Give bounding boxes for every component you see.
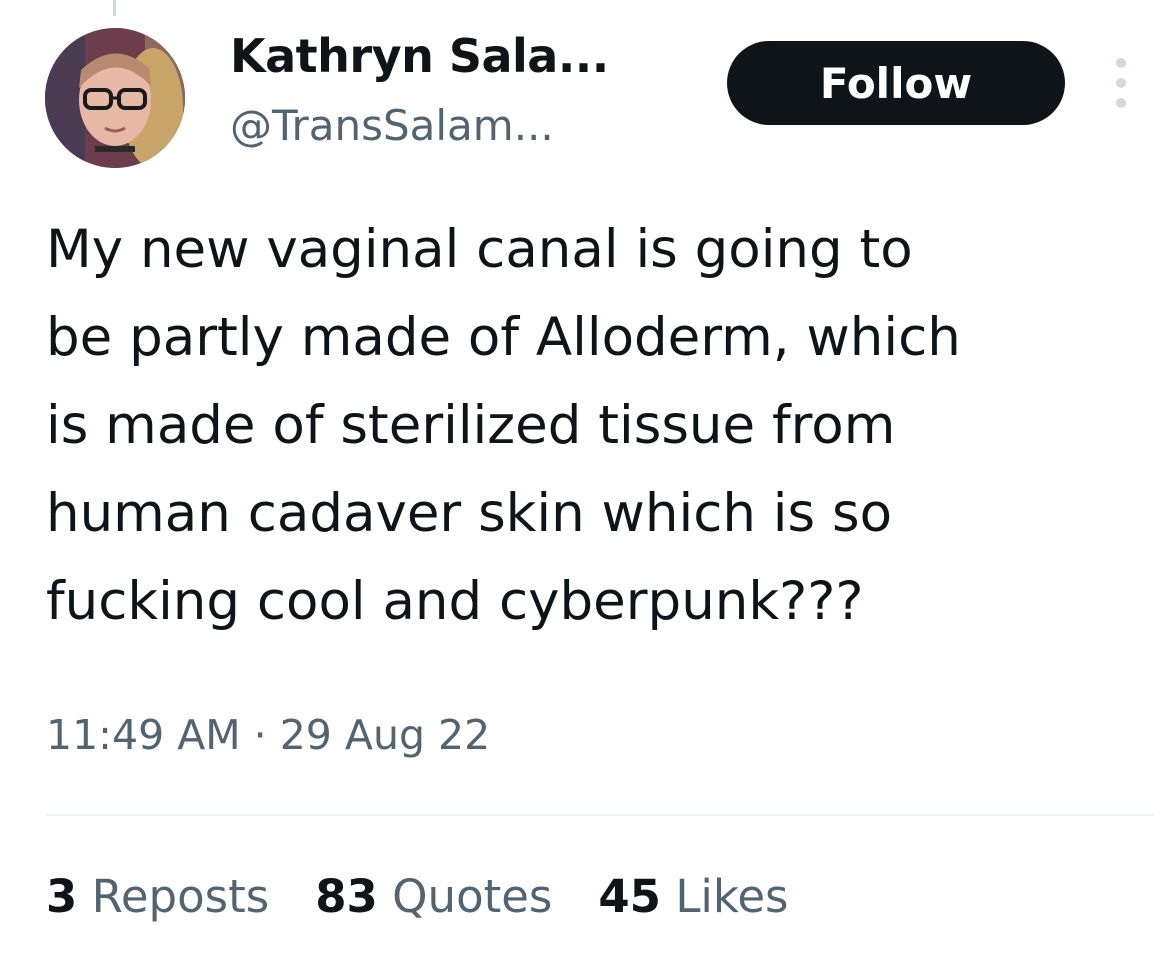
divider: [46, 814, 1154, 816]
tweet-stats: 3 Reposts 83 Quotes 45 Likes: [46, 865, 834, 929]
tweet-text-line: is made of sterilized tissue from: [46, 395, 896, 456]
tweet-text-line: human cadaver skin which is so: [46, 483, 893, 544]
follow-button[interactable]: Follow: [727, 41, 1065, 125]
quotes-label: Quotes: [392, 870, 553, 923]
more-options-icon[interactable]: [1104, 58, 1138, 108]
quotes-stat[interactable]: 83 Quotes: [315, 865, 552, 929]
quotes-count: 83: [315, 870, 378, 923]
author-display-name[interactable]: Kathryn Sala...: [230, 24, 609, 88]
more-dot-middle: [1116, 78, 1126, 88]
likes-count: 45: [598, 870, 661, 923]
avatar-image: [45, 28, 185, 168]
likes-stat[interactable]: 45 Likes: [598, 865, 788, 929]
tweet-text-line: fucking cool and cyberpunk???: [46, 571, 864, 632]
tweet-timestamp[interactable]: 11:49 AM · 29 Aug 22: [46, 705, 490, 765]
tweet-text: My new vaginal canal is going to be part…: [46, 206, 1146, 646]
avatar[interactable]: [45, 28, 185, 168]
likes-label: Likes: [675, 870, 789, 923]
reposts-label: Reposts: [91, 870, 270, 923]
thread-connector-line: [113, 0, 116, 16]
more-dot-top: [1116, 58, 1126, 68]
tweet-text-line: My new vaginal canal is going to: [46, 219, 913, 280]
more-dot-bottom: [1116, 98, 1126, 108]
tweet-text-line: be partly made of Alloderm, which: [46, 307, 961, 368]
reposts-count: 3: [46, 870, 78, 923]
reposts-stat[interactable]: 3 Reposts: [46, 865, 269, 929]
author-handle[interactable]: @TransSalam...: [230, 96, 554, 156]
